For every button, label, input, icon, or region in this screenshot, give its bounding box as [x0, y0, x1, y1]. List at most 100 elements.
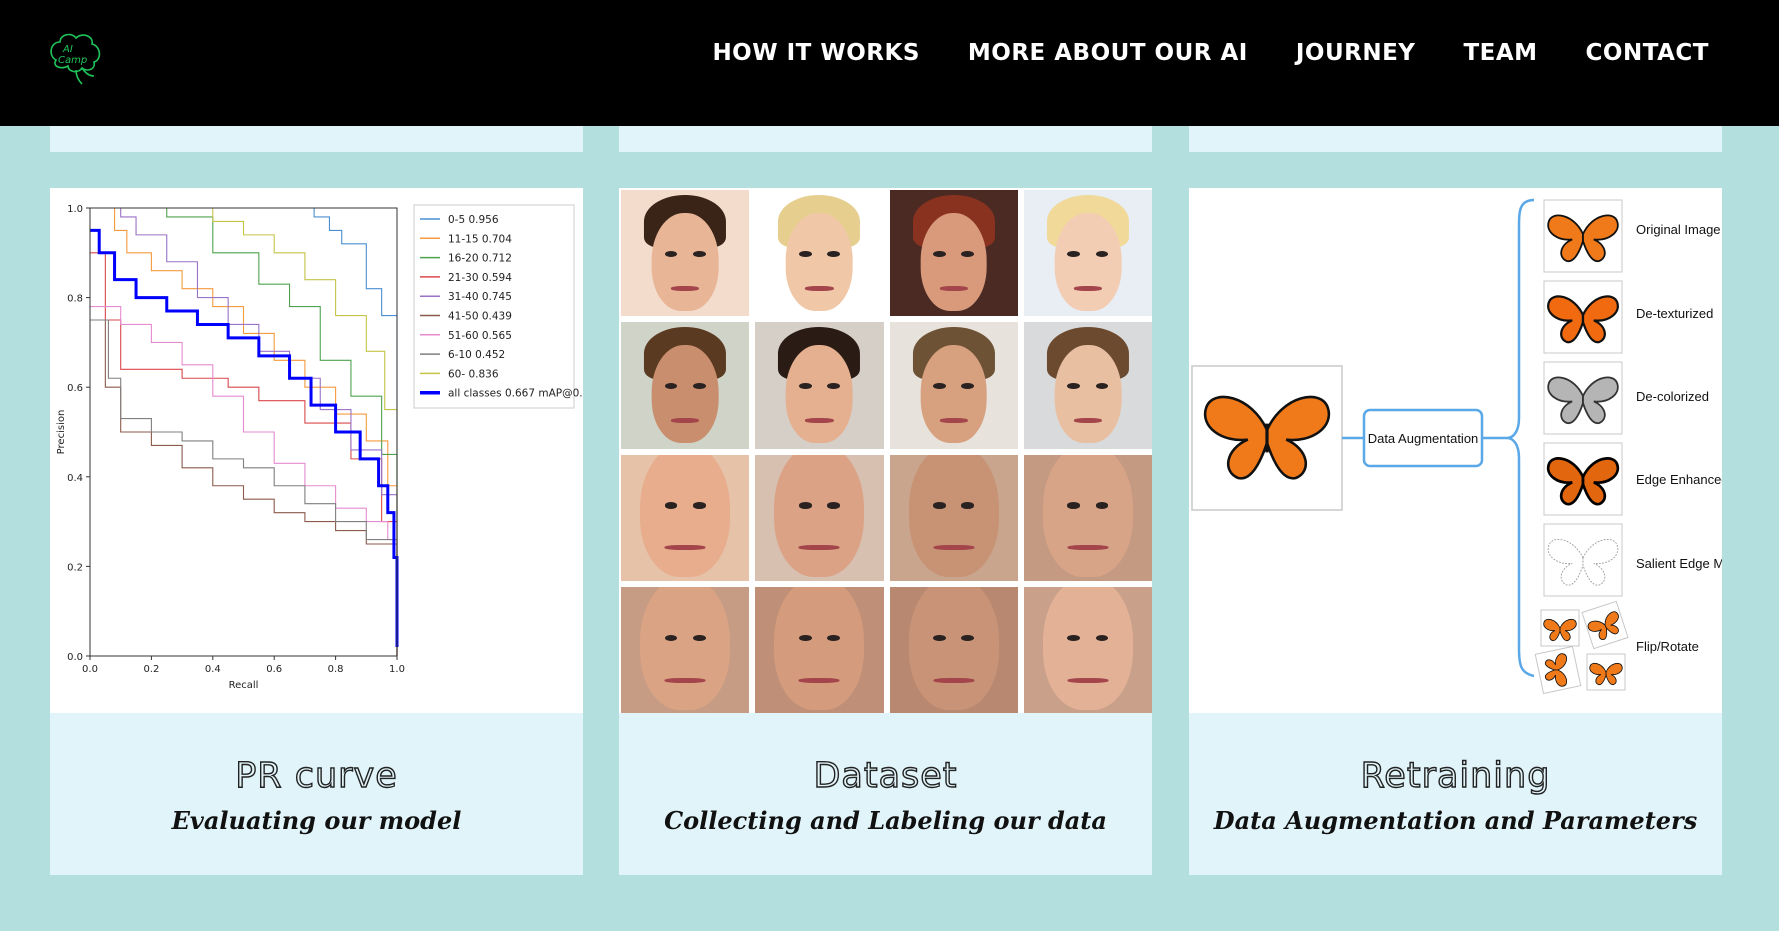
face-eye — [961, 502, 975, 509]
pr-curve-chart: 0.0 0.2 0.4 0.6 0.8 1.0 0.0 0.2 0.4 0.6 0.8 1.0 Reca… — [56, 204, 583, 691]
face-mouth — [1067, 545, 1109, 551]
face-head — [920, 344, 987, 444]
card-title: Retraining — [1360, 755, 1551, 796]
y-tick-label: 0.0 — [67, 652, 83, 663]
face-photo — [1023, 586, 1152, 713]
y-tick-label: 0.8 — [67, 294, 83, 305]
augmentation-image: Data Augmentation Original Image De-text… — [1189, 188, 1722, 713]
face-eye — [827, 502, 840, 509]
face-head — [786, 212, 853, 312]
face-photo — [755, 322, 884, 449]
face-head — [1042, 454, 1133, 578]
y-axis-label: Precision — [56, 410, 67, 455]
face-mouth — [664, 677, 706, 683]
legend-entry: all classes 0.667 mAP@0.5 — [448, 388, 583, 400]
face-head — [640, 454, 731, 578]
face-photo — [1023, 322, 1152, 449]
face-eye — [1067, 250, 1081, 257]
face-eye — [798, 250, 812, 257]
face-mouth — [664, 545, 706, 551]
data-augmentation-label: Data Augmentation — [1368, 431, 1479, 446]
legend-entry: 16-20 0.712 — [448, 253, 512, 265]
nav-link-more-about-ai[interactable]: MORE ABOUT OUR AI — [968, 40, 1248, 66]
face-mouth — [798, 545, 840, 551]
face-mouth — [933, 545, 975, 551]
face-head — [1042, 586, 1133, 710]
nav-link-team[interactable]: TEAM — [1463, 40, 1537, 66]
thumb-detexturized — [1543, 280, 1623, 354]
dataset-image — [619, 188, 1152, 713]
face-mouth — [1073, 285, 1102, 291]
face-eye — [827, 382, 840, 390]
nav-link-journey[interactable]: JOURNEY — [1296, 40, 1416, 66]
legend-entry: 11-15 0.704 — [448, 233, 512, 245]
face-head — [920, 212, 987, 312]
face-head — [908, 586, 999, 710]
face-eye — [798, 634, 812, 642]
face-photo — [889, 454, 1018, 581]
label-detexturized: De-texturized — [1636, 306, 1713, 321]
face-photo — [621, 454, 750, 581]
face-photo — [621, 190, 750, 317]
face-eye — [1095, 250, 1109, 257]
face-photo — [621, 322, 750, 449]
face-photo — [1023, 454, 1152, 581]
face-eye — [692, 382, 706, 390]
face-eye — [827, 250, 840, 257]
y-tick-label: 1.0 — [67, 204, 83, 215]
card-dataset[interactable]: Dataset Collecting and Labeling our data — [619, 188, 1152, 875]
face-photo — [755, 190, 884, 317]
label-edge-enhanced: Edge Enhanced — [1636, 472, 1722, 487]
face-eye — [933, 634, 946, 642]
face-eye — [961, 250, 975, 257]
face-mouth — [1067, 677, 1109, 683]
thumb-salient-edge-map — [1543, 523, 1623, 597]
face-eye — [1067, 634, 1081, 642]
legend-entry: 31-40 0.745 — [448, 291, 512, 303]
x-tick-label: 0.6 — [266, 664, 282, 675]
y-tick-label: 0.6 — [67, 383, 83, 394]
face-mouth — [805, 418, 834, 424]
ai-camp-logo[interactable]: AI Camp — [46, 30, 104, 86]
face-eye — [933, 502, 946, 509]
face-eye — [692, 250, 706, 257]
thumb-flip-rotate — [1534, 600, 1629, 695]
card-pr-curve[interactable]: 0.0 0.2 0.4 0.6 0.8 1.0 0.0 0.2 0.4 0.6 0.8 1.0 Reca… — [50, 188, 583, 875]
label-original-image: Original Image — [1636, 222, 1721, 237]
logo-text-camp: Camp — [58, 55, 87, 66]
nav-link-how-it-works[interactable]: HOW IT WORKS — [712, 40, 919, 66]
face-photo — [889, 586, 1018, 713]
face-head — [651, 344, 719, 444]
card-top-3 — [1189, 126, 1722, 152]
face-head — [651, 212, 719, 312]
thumb-edge-enhanced — [1543, 442, 1623, 516]
card-subtitle: Data Augmentation and Parameters — [1213, 806, 1698, 835]
label-salient-edge-map: Salient Edge Map — [1636, 556, 1722, 571]
face-photo — [889, 190, 1018, 317]
card-subtitle: Evaluating our model — [171, 806, 462, 835]
nav-link-contact[interactable]: CONTACT — [1586, 40, 1709, 66]
face-photo — [621, 586, 750, 713]
legend-entry: 41-50 0.439 — [448, 311, 512, 323]
brace — [1506, 198, 1535, 678]
pr-curve-image: 0.0 0.2 0.4 0.6 0.8 1.0 0.0 0.2 0.4 0.6 0.8 1.0 Reca… — [50, 188, 583, 713]
legend-entry: 21-30 0.594 — [448, 272, 512, 284]
face-mouth — [939, 285, 968, 291]
face-mouth — [798, 677, 840, 683]
legend-entry: 51-60 0.565 — [448, 330, 512, 342]
x-tick-label: 0.0 — [82, 664, 98, 675]
face-eye — [1067, 502, 1081, 509]
card-retraining[interactable]: Data Augmentation Original Image De-text… — [1189, 188, 1722, 875]
face-head — [640, 586, 731, 710]
face-eye — [692, 502, 706, 509]
face-mouth — [671, 418, 700, 424]
face-photo — [1023, 190, 1152, 317]
face-head — [786, 344, 853, 444]
face-head — [774, 586, 865, 710]
face-mouth — [805, 285, 834, 291]
legend-entry: 60- 0.836 — [448, 368, 499, 380]
label-flip-rotate: Flip/Rotate — [1636, 639, 1699, 654]
logo-text-ai: AI — [62, 44, 73, 55]
card-title: PR curve — [234, 755, 398, 796]
nav-links: HOW IT WORKS MORE ABOUT OUR AI JOURNEY T… — [712, 40, 1709, 66]
